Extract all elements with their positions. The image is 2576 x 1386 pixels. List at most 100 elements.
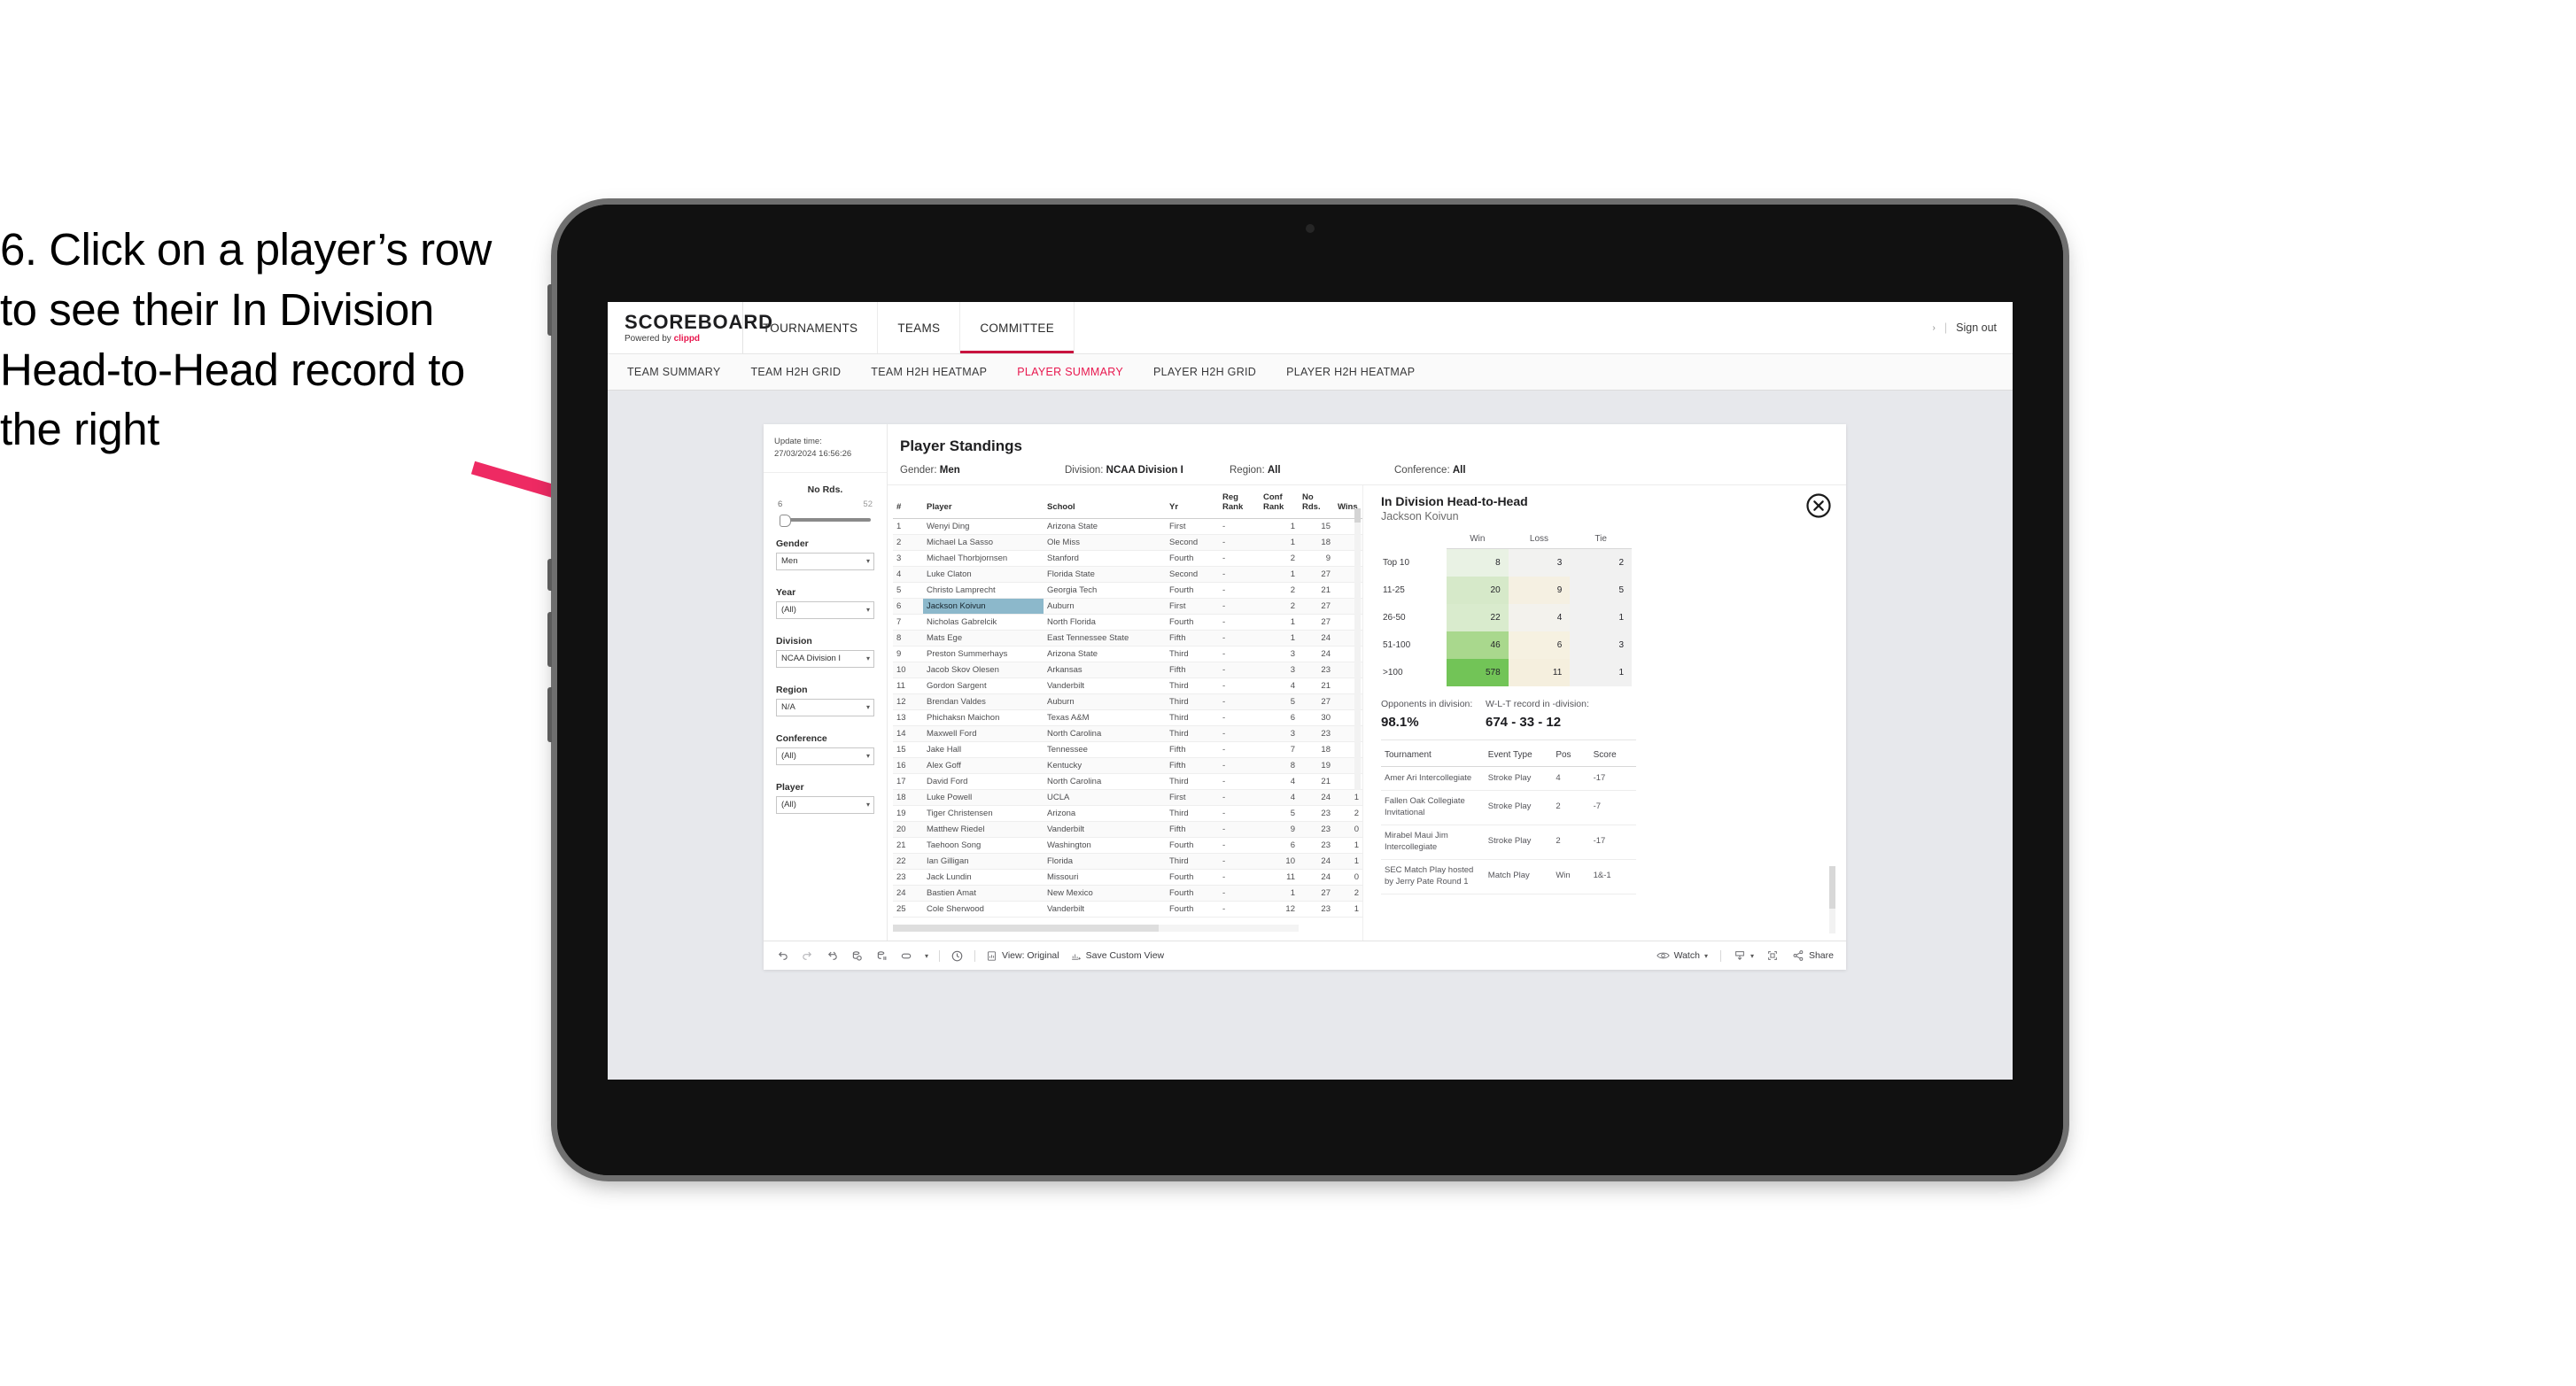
table-row[interactable]: 17David FordNorth CarolinaThird-4211 [893,773,1362,791]
table-row[interactable]: 5 Christo Lamprecht Georgia Tech Fourth -2 21… [893,582,1362,600]
cell-conf-rank: 4 [1260,678,1299,695]
volume-up-button[interactable] [547,612,552,667]
close-circle-icon[interactable] [1805,492,1832,519]
table-row[interactable]: 9 Preston Summerhays Arizona State Third -3 2… [893,646,1362,663]
table-row[interactable]: 4Luke ClatonFlorida StateSecond-1272 [893,566,1362,584]
cell-player: Michael La Sasso [923,534,1044,552]
h2h-row: 26-50 22 4 1 [1381,604,1632,631]
no-rds-slider[interactable] [780,514,871,527]
table-row[interactable]: 14Maxwell FordNorth CarolinaThird-3230 [893,725,1362,743]
revert-icon[interactable] [826,949,839,963]
table-row[interactable]: 22 Ian Gilligan Florida Third -10 24 1 [893,853,1362,871]
cell-no-rds: 19 [1299,757,1334,775]
filter-gender-select[interactable]: Men ▾ [776,552,874,570]
no-rds-slider-handle[interactable] [780,514,791,527]
save-custom-view-button[interactable]: Save Custom View [1070,950,1164,962]
h2h-cell-loss: 3 [1508,548,1571,577]
filter-year-select[interactable]: (All) ▾ [776,600,874,619]
event-row[interactable]: Amer Ari Intercollegiate Stroke Play 4 -17 [1381,766,1636,791]
table-row[interactable]: 7 Nicholas Gabrelcik North Florida Fourth -1… [893,614,1362,631]
cell-rank: 7 [893,614,923,631]
col-rank[interactable]: # [893,492,923,520]
cell-wins: 2 [1334,805,1362,823]
nav-committee[interactable]: COMMITTEE [960,302,1075,353]
table-row[interactable]: 3Michael ThorbjornsenStanfordFourth-291 [893,550,1362,568]
filter-conference-select[interactable]: (All) ▾ [776,747,874,765]
redo-icon[interactable] [801,949,814,963]
table-row[interactable]: 13Phichaksn MaichonTexas A&MThird-6301 [893,709,1362,727]
event-row[interactable]: Mirabel Maui Jim Intercollegiate Stroke P… [1381,825,1636,860]
table-row[interactable]: 20 Matthew Riedel Vanderbilt Fifth -9 23 0 [893,821,1362,839]
tab-team-h2h-heatmap[interactable]: TEAM H2H HEATMAP [871,366,987,378]
event-row[interactable]: Fallen Oak Collegiate Invitational Stroke… [1381,790,1636,825]
table-row[interactable]: 1Wenyi DingArizona StateFirst-1151 [893,518,1362,536]
watch-button[interactable]: Watch ▾ [1656,950,1708,961]
chevron-down-icon[interactable]: ▾ [925,952,928,960]
event-row[interactable]: SEC Match Play hosted by Jerry Pate Roun… [1381,859,1636,894]
table-row[interactable]: 19 Tiger Christensen Arizona Third -5 23 2 [893,805,1362,823]
h2h-cell-win: 22 [1447,604,1509,631]
table-row[interactable]: 8Mats EgeEast Tennessee StateFifth-1242 [893,630,1362,647]
filter-rail-inner: No Rds. 6 52 Gender Men ▾ Year (All) ▾ D… [764,473,887,828]
col-reg-rank[interactable]: Reg Rank [1219,492,1260,520]
toolbar-history-group: ▾ [776,949,928,963]
volume-down-button[interactable] [547,687,552,742]
standings-vertical-scrollbar[interactable] [1354,508,1361,790]
filter-division-select[interactable]: NCAA Division I ▾ [776,649,874,668]
table-row[interactable]: 15Jake HallTennesseeFifth-7180 [893,741,1362,759]
table-row[interactable]: 24 Bastien Amat New Mexico Fourth -1 27 2 [893,885,1362,902]
events-scrollbar[interactable] [1829,866,1835,934]
filter-region-select[interactable]: N/A ▾ [776,698,874,716]
nav-tournaments[interactable]: TOURNAMENTS [743,302,879,353]
tab-player-h2h-heatmap[interactable]: PLAYER H2H HEATMAP [1286,366,1415,378]
undo-icon[interactable] [776,949,789,963]
tab-team-summary[interactable]: TEAM SUMMARY [627,366,720,378]
table-row[interactable]: 11Gordon SargentVanderbiltThird-4210 [893,678,1362,695]
events-head: Tournament Event Type Pos Score [1381,750,1636,767]
table-row[interactable]: 23 Jack Lundin Missouri Fourth -11 24 0 [893,869,1362,887]
cell-yr: Second [1166,534,1219,552]
history-icon[interactable] [950,949,964,963]
power-button[interactable] [547,284,552,336]
table-row[interactable]: 10Jacob Skov OlesenArkansasFifth-3230 [893,662,1362,679]
cell-no-rds: 18 [1299,741,1334,759]
fullscreen-icon[interactable] [1766,949,1780,963]
account-chevron-icon[interactable]: › [1933,323,1936,333]
col-conf-rank[interactable]: Conf Rank [1260,492,1299,520]
nav-teams[interactable]: TEAMS [878,302,961,353]
col-school[interactable]: School [1044,492,1166,520]
cell-yr: Fifth [1166,741,1219,759]
scroll-thumb[interactable] [893,925,1159,933]
presentation-mode-icon[interactable] [900,949,913,963]
tab-player-h2h-grid[interactable]: PLAYER H2H GRID [1153,366,1256,378]
table-row[interactable]: 6Jackson KoivunAuburnFirst-2271 [893,598,1362,616]
download-button[interactable]: ▾ [1734,949,1754,962]
view-original-button[interactable]: View: Original [986,950,1059,962]
share-button[interactable]: Share [1792,949,1834,962]
col-tournament[interactable]: Tournament [1381,750,1485,767]
table-row[interactable]: 25 Cole Sherwood Vanderbilt Fourth -12 23 1 [893,901,1362,918]
table-row[interactable]: 21 Taehoon Song Washington Fourth -6 23 1 [893,837,1362,855]
refresh-data-icon[interactable] [850,949,864,963]
table-row[interactable]: 2Michael La SassoOle MissSecond-1180 [893,534,1362,552]
col-event-type[interactable]: Event Type [1484,750,1553,767]
standings-horizontal-scrollbar[interactable] [893,925,1299,933]
pause-updates-icon[interactable] [875,949,888,963]
col-score[interactable]: Score [1589,750,1636,767]
col-player[interactable]: Player [923,492,1044,520]
col-yr[interactable]: Yr [1166,492,1219,520]
table-row[interactable]: 16Alex GoffKentuckyFifth-8190 [893,757,1362,775]
col-pos[interactable]: Pos [1552,750,1590,767]
table-row[interactable]: 18 Luke Powell UCLA First -4 24 1 [893,789,1362,807]
filter-player-select[interactable]: (All) ▾ [776,795,874,814]
sign-out-link[interactable]: Sign out [1956,321,1997,334]
table-row[interactable]: 12Brendan ValdesAuburnThird-5270 [893,693,1362,711]
brand-logo[interactable]: SCOREBOARD Powered by clippd [608,302,772,353]
scroll-thumb[interactable] [1829,866,1835,910]
scroll-thumb[interactable] [1354,508,1361,523]
tab-player-summary[interactable]: PLAYER SUMMARY [1017,366,1123,378]
cell-no-rds: 30 [1299,709,1334,727]
col-no-rds[interactable]: No Rds. [1299,492,1334,520]
summary-conference: Conference: All [1394,465,1559,476]
tab-team-h2h-grid[interactable]: TEAM H2H GRID [750,366,841,378]
